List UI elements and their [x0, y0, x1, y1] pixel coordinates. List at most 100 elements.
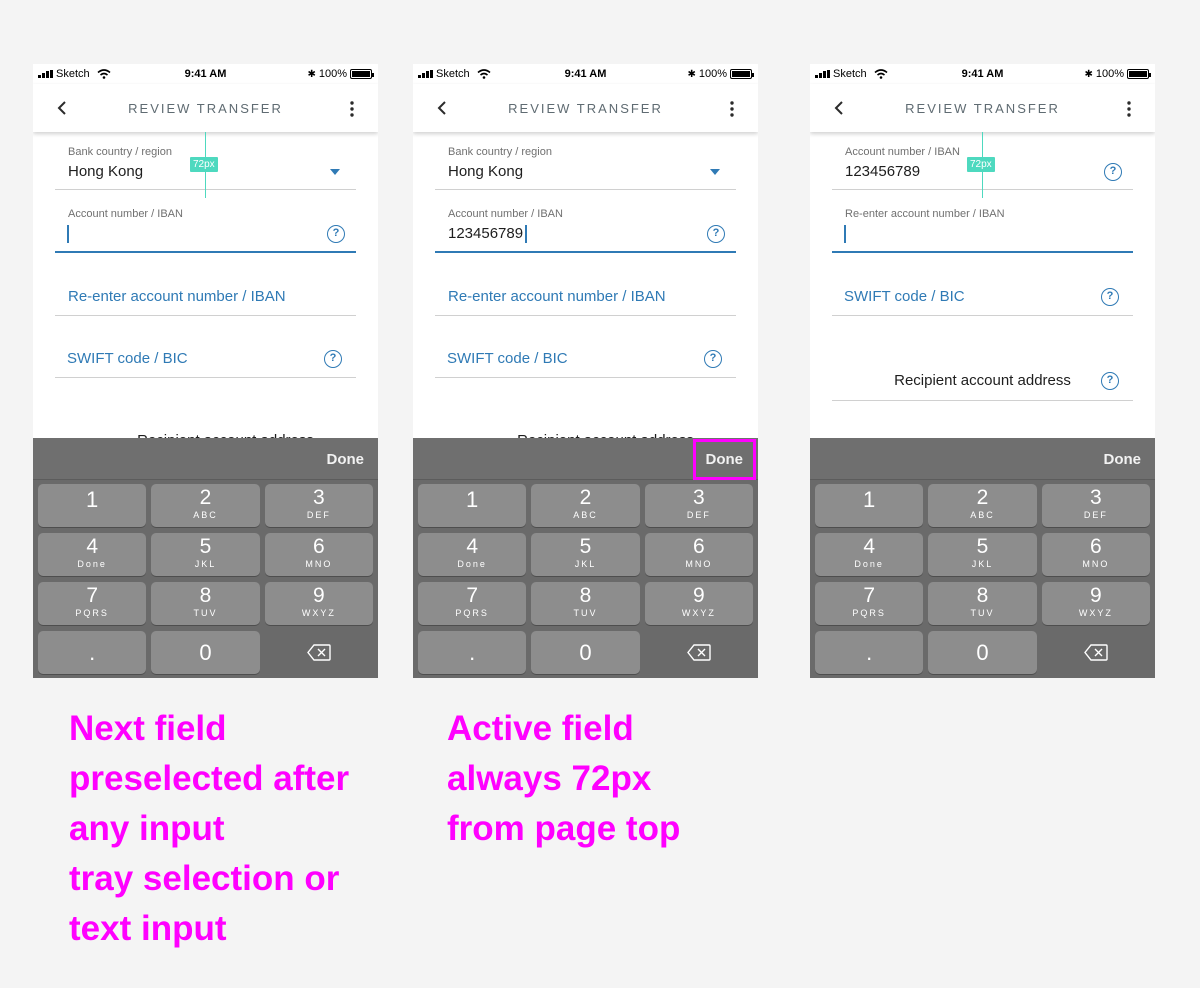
key-0[interactable]: 0 [151, 631, 260, 674]
keypad: 1 2 ABC 3 DEF 4 Done 5 JKL 6 MNO 7 PQRS 8 TUV 9… [815, 484, 1150, 674]
key-9[interactable]: 9 WXYZ [644, 582, 753, 625]
bank-country-field[interactable]: Bank country / region Hong Kong [435, 138, 736, 190]
field-value: Recipient account address [894, 372, 1071, 389]
text-cursor [525, 225, 527, 244]
key-1[interactable]: 1 [38, 484, 147, 527]
numeric-keyboard: Done 1 2 ABC 3 DEF 4 Done 5 JKL 6 MNO 7 PQRS 8… [810, 438, 1155, 678]
field-placeholder: Re-enter account number / IBAN [448, 288, 666, 305]
measure-tag: 72px [190, 157, 218, 172]
field-value: Hong Kong [68, 163, 144, 180]
done-button[interactable]: Done [1104, 451, 1142, 468]
account-number-field[interactable]: Account number / IBAN 123456789 ? [435, 200, 736, 253]
help-icon[interactable]: ? [704, 350, 722, 368]
key-3[interactable]: 3 DEF [1041, 484, 1150, 527]
battery-percent: 100% [318, 68, 347, 80]
key-6[interactable]: 6 MNO [1041, 533, 1150, 576]
text-cursor [844, 225, 846, 243]
phone-screen-1: Sketch 9:41 AM ✱ 100% REVIEW TRANSFER Ba… [33, 64, 378, 678]
more-vertical-icon[interactable] [722, 99, 742, 119]
battery-icon [1127, 69, 1151, 79]
field-label: Bank country / region [448, 146, 552, 158]
status-bar: Sketch 9:41 AM ✱ 100% [413, 64, 758, 84]
swift-code-field[interactable]: SWIFT code / BIC ? [55, 325, 356, 378]
phone-screen-2: Sketch 9:41 AM ✱ 100% REVIEW TRANSFER Ba… [413, 64, 758, 678]
reenter-account-field[interactable]: Re-enter account number / IBAN [435, 263, 736, 316]
dropdown-caret-icon[interactable] [710, 169, 720, 175]
swift-code-field[interactable]: SWIFT code / BIC ? [832, 263, 1133, 316]
field-label: Re-enter account number / IBAN [845, 208, 1005, 220]
reenter-account-field[interactable]: Re-enter account number / IBAN [832, 200, 1133, 253]
field-label: Account number / IBAN [845, 146, 960, 158]
reenter-account-field[interactable]: Re-enter account number / IBAN [55, 263, 356, 316]
account-number-field[interactable]: Account number / IBAN ? [55, 200, 356, 253]
key-5[interactable]: 5 JKL [928, 533, 1037, 576]
key-7[interactable]: 7 PQRS [418, 582, 527, 625]
account-number-value: 123456789 [448, 225, 524, 242]
help-icon[interactable]: ? [1101, 372, 1119, 390]
text-cursor [67, 225, 69, 243]
key-dot[interactable]: . [38, 631, 147, 674]
key-2[interactable]: 2 ABC [928, 484, 1037, 527]
key-dot[interactable]: . [815, 631, 924, 674]
key-7[interactable]: 7 PQRS [38, 582, 147, 625]
numeric-keyboard: Done 1 2 ABC 3 DEF 4 Done 5 JKL 6 MNO 7 PQRS 8… [413, 438, 758, 678]
key-8[interactable]: 8 TUV [928, 582, 1037, 625]
key-4[interactable]: 4 Done [38, 533, 147, 576]
key-4[interactable]: 4 Done [815, 533, 924, 576]
key-dot[interactable]: . [418, 631, 527, 674]
status-bar: Sketch 9:41 AM ✱ 100% [33, 64, 378, 84]
key-9[interactable]: 9 WXYZ [1041, 582, 1150, 625]
help-icon[interactable]: ? [1104, 163, 1122, 181]
key-1[interactable]: 1 [815, 484, 924, 527]
key-6[interactable]: 6 MNO [264, 533, 373, 576]
field-label: Account number / IBAN [68, 208, 183, 220]
keypad: 1 2 ABC 3 DEF 4 Done 5 JKL 6 MNO 7 PQRS 8 TUV 9… [38, 484, 373, 674]
key-5[interactable]: 5 JKL [531, 533, 640, 576]
keyboard-toolbar: Done [413, 438, 758, 480]
backspace-key[interactable] [1042, 631, 1150, 674]
key-3[interactable]: 3 DEF [644, 484, 753, 527]
field-placeholder: Re-enter account number / IBAN [68, 288, 286, 305]
more-vertical-icon[interactable] [1119, 99, 1139, 119]
done-button-highlighted[interactable]: Done [692, 439, 756, 480]
backspace-key[interactable] [265, 631, 373, 674]
dropdown-caret-icon[interactable] [330, 169, 340, 175]
key-8[interactable]: 8 TUV [151, 582, 260, 625]
keyboard-toolbar: Done [33, 438, 378, 480]
key-1[interactable]: 1 [418, 484, 527, 527]
key-2[interactable]: 2 ABC [151, 484, 260, 527]
help-icon[interactable]: ? [327, 225, 345, 243]
field-placeholder: SWIFT code / BIC [844, 288, 965, 305]
key-9[interactable]: 9 WXYZ [264, 582, 373, 625]
key-0[interactable]: 0 [928, 631, 1037, 674]
key-8[interactable]: 8 TUV [531, 582, 640, 625]
battery-icon [730, 69, 754, 79]
key-7[interactable]: 7 PQRS [815, 582, 924, 625]
recipient-address-field[interactable]: Recipient account address ? [832, 346, 1133, 401]
backspace-icon [1083, 644, 1108, 661]
backspace-key[interactable] [645, 631, 753, 674]
field-label: Bank country / region [68, 146, 172, 158]
backspace-icon [686, 644, 711, 661]
more-vertical-icon[interactable] [342, 99, 362, 119]
phone-screen-3: Sketch 9:41 AM ✱ 100% REVIEW TRANSFER Ac… [810, 64, 1155, 678]
swift-code-field[interactable]: SWIFT code / BIC ? [435, 325, 736, 378]
key-5[interactable]: 5 JKL [151, 533, 260, 576]
done-button[interactable]: Done [327, 451, 365, 468]
bluetooth-icon: ✱ [307, 68, 316, 80]
bluetooth-icon: ✱ [1084, 68, 1093, 80]
field-value: Hong Kong [448, 163, 524, 180]
page-title: REVIEW TRANSFER [128, 101, 283, 116]
key-2[interactable]: 2 ABC [531, 484, 640, 527]
key-0[interactable]: 0 [531, 631, 640, 674]
help-icon[interactable]: ? [324, 350, 342, 368]
help-icon[interactable]: ? [707, 225, 725, 243]
nav-bar: REVIEW TRANSFER [413, 84, 758, 132]
measure-tag: 72px [967, 157, 995, 172]
help-icon[interactable]: ? [1101, 288, 1119, 306]
battery-percent: 100% [1095, 68, 1124, 80]
key-3[interactable]: 3 DEF [264, 484, 373, 527]
battery-icon [350, 69, 374, 79]
key-4[interactable]: 4 Done [418, 533, 527, 576]
key-6[interactable]: 6 MNO [644, 533, 753, 576]
